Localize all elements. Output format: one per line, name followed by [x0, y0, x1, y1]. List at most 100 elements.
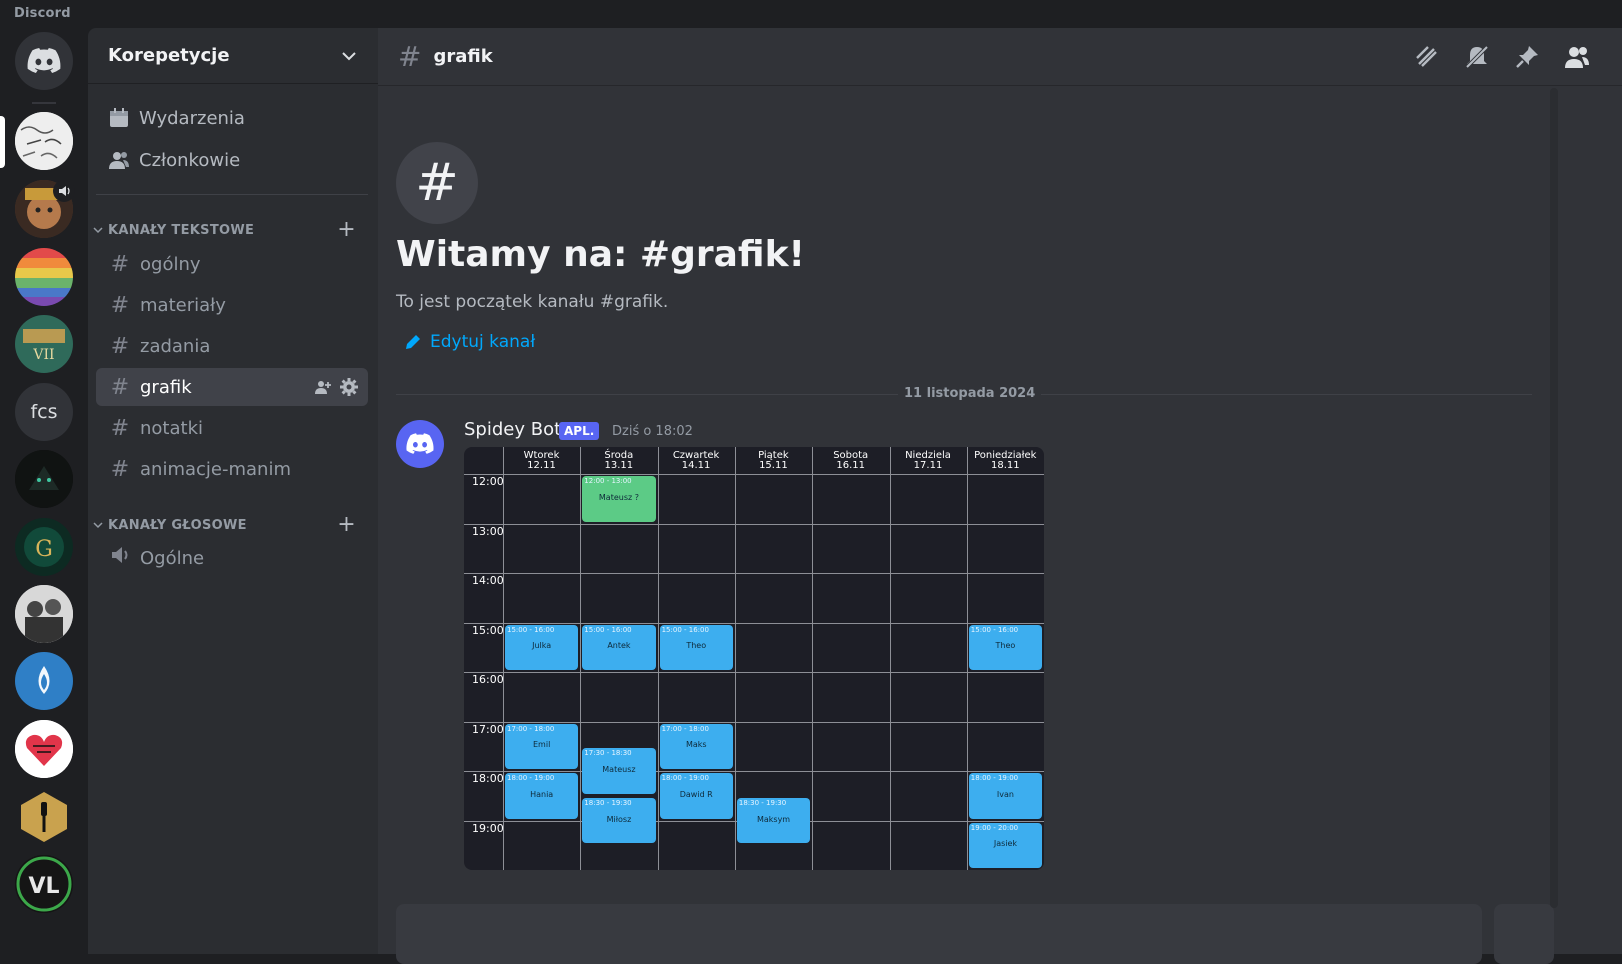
server-icon-dark[interactable] — [15, 450, 73, 508]
schedule-slot[interactable]: 15:00 - 16:00 Theo — [659, 624, 733, 670]
slot-name: Antek — [607, 641, 631, 651]
category-voice-channels[interactable]: KANAŁY GŁOSOWE + — [92, 513, 368, 537]
schedule-slot[interactable]: 18:00 - 19:00 Ivan — [968, 773, 1043, 819]
schedule-slot[interactable]: 18:30 - 19:30 Maksym — [736, 797, 811, 844]
server-icon-fcs[interactable]: fcs — [15, 383, 73, 441]
title-bar: Discord — [0, 0, 1622, 28]
channel-materialy[interactable]: # materiały — [96, 286, 368, 324]
channel-notatki[interactable]: # notatki — [96, 409, 368, 447]
schedule-slot[interactable]: 15:00 - 16:00 Antek — [582, 624, 656, 670]
gear-icon[interactable] — [340, 378, 358, 396]
server-icon-cooking[interactable] — [15, 788, 73, 846]
server-header[interactable]: Korepetycje — [88, 28, 378, 84]
selected-server-indicator — [0, 116, 5, 168]
schedule-slot[interactable]: 17:30 - 18:30 Mateusz — [582, 748, 656, 794]
slot-time: 19:00 - 20:00 — [970, 823, 1019, 832]
slot-time: 15:00 - 16:00 — [584, 625, 632, 634]
server-icon-vl[interactable]: VL — [15, 855, 73, 913]
svg-text:VL: VL — [28, 874, 59, 899]
invite-icon[interactable] — [314, 378, 332, 396]
composer-extra-button[interactable] — [1494, 904, 1554, 964]
category-voice-label: KANAŁY GŁOSOWE — [108, 517, 247, 533]
schedule-slot[interactable]: 18:00 - 19:00 Hania — [505, 773, 579, 819]
welcome-subtitle: To jest początek kanału #grafik. — [396, 292, 669, 312]
server-icon-rainbow[interactable] — [15, 248, 73, 306]
chevron-down-icon — [92, 519, 106, 531]
category-text-channels[interactable]: KANAŁY TEKSTOWE + — [92, 218, 368, 242]
grid-hline — [464, 573, 1044, 574]
svg-text:G: G — [35, 537, 53, 562]
grid-hline — [464, 721, 1044, 723]
avatar[interactable] — [396, 420, 444, 468]
nav-events[interactable]: Wydarzenia — [96, 98, 368, 138]
water-drop-avatar — [15, 652, 73, 710]
grid-vline — [503, 447, 504, 870]
day-date: 14.11 — [681, 460, 711, 471]
slot-time: 18:30 - 19:30 — [738, 798, 787, 807]
schedule-slot[interactable]: 18:00 - 19:00 Dawid R — [659, 773, 733, 819]
schedule-slot[interactable]: 15:00 - 16:00 Theo — [968, 624, 1043, 670]
schedule-slot[interactable]: 18:30 - 19:30 Miłosz — [582, 797, 656, 844]
voice-channel-ogolne[interactable]: Ogólne — [96, 539, 368, 577]
edit-channel-label: Edytuj kanał — [430, 332, 536, 352]
slot-time: 18:00 - 19:00 — [661, 774, 709, 782]
server-icon-heart[interactable] — [15, 720, 73, 778]
message-composer[interactable] — [396, 904, 1482, 964]
server-icon-heroes[interactable]: VII — [15, 315, 73, 373]
channel-title: grafik — [433, 46, 493, 67]
hash-icon: # — [110, 292, 130, 318]
edit-channel-link[interactable]: Edytuj kanał — [404, 332, 535, 352]
day-header: Sobota 16.11 — [812, 451, 889, 471]
threads-icon[interactable] — [1414, 44, 1440, 70]
add-channel-icon[interactable]: + — [337, 514, 356, 536]
vl-logo-avatar: VL — [15, 855, 73, 913]
notifications-muted-icon[interactable] — [1464, 44, 1490, 70]
slot-time: 18:00 - 19:00 — [507, 774, 555, 782]
channel-ogolny[interactable]: # ogólny — [96, 245, 368, 283]
date-divider-label: 11 listopada 2024 — [898, 386, 1042, 401]
sidebar-separator — [96, 194, 368, 195]
discord-logo-icon — [27, 48, 61, 73]
hash-icon: # — [110, 456, 130, 482]
server-icon-water[interactable] — [15, 652, 73, 710]
speaker-icon — [53, 180, 75, 202]
schedule-slot[interactable]: 19:00 - 20:00 Jasiek — [968, 822, 1043, 868]
channel-animacje-manim[interactable]: # animacje-manim — [96, 450, 368, 488]
add-channel-icon[interactable]: + — [337, 219, 356, 241]
day-header: Środa 13.11 — [580, 451, 657, 471]
welcome-hash-icon: # — [396, 142, 478, 224]
channel-header: # grafik — [378, 28, 1622, 86]
schedule-slot[interactable]: 15:00 - 16:00 Julka — [505, 624, 579, 670]
slot-time: 17:00 - 18:00 — [507, 724, 555, 733]
server-icon-soldiers[interactable] — [15, 585, 73, 643]
soldiers-avatar — [15, 585, 73, 643]
schedule-slot[interactable]: 12:00 - 13:00 Mateusz ? — [582, 476, 656, 522]
slot-name: Mateusz ? — [598, 492, 639, 502]
slot-time: 15:00 - 16:00 — [661, 625, 709, 634]
app-tag-badge: APL. — [559, 422, 600, 440]
day-header: Poniedziałek 18.11 — [967, 451, 1044, 471]
member-list-icon[interactable] — [1564, 44, 1590, 70]
channel-label: zadania — [140, 335, 211, 357]
slot-time: 17:00 - 18:00 — [661, 724, 709, 733]
channel-zadania[interactable]: # zadania — [96, 327, 368, 365]
scrollbar[interactable] — [1550, 88, 1558, 908]
pencil-icon — [406, 335, 420, 349]
grid-hline — [464, 771, 1044, 772]
server-icon-korepetycje[interactable] — [15, 112, 73, 170]
hour-label: 18:00 — [472, 772, 504, 785]
nav-members[interactable]: Członkowie — [96, 140, 368, 180]
chevron-down-icon — [342, 51, 356, 60]
slot-name: Julka — [532, 641, 552, 651]
message-author[interactable]: Spidey Bot — [464, 419, 561, 440]
schedule-slot[interactable]: 17:00 - 18:00 Maks — [659, 723, 733, 769]
schedule-slot[interactable]: 17:00 - 18:00 Emil — [505, 723, 579, 769]
home-button[interactable] — [15, 32, 73, 90]
schedule-image[interactable]: Wtorek 12.11 Środa 13.11 Czwartek 14.11 Piątek… — [464, 447, 1044, 870]
pin-icon[interactable] — [1514, 44, 1540, 70]
server-fcs-label: fcs — [30, 401, 58, 423]
slot-name: Theo — [995, 641, 1016, 651]
channel-grafik[interactable]: # grafik — [96, 368, 368, 406]
server-icon-gwent[interactable]: G — [15, 518, 73, 576]
hash-icon: # — [110, 333, 130, 359]
